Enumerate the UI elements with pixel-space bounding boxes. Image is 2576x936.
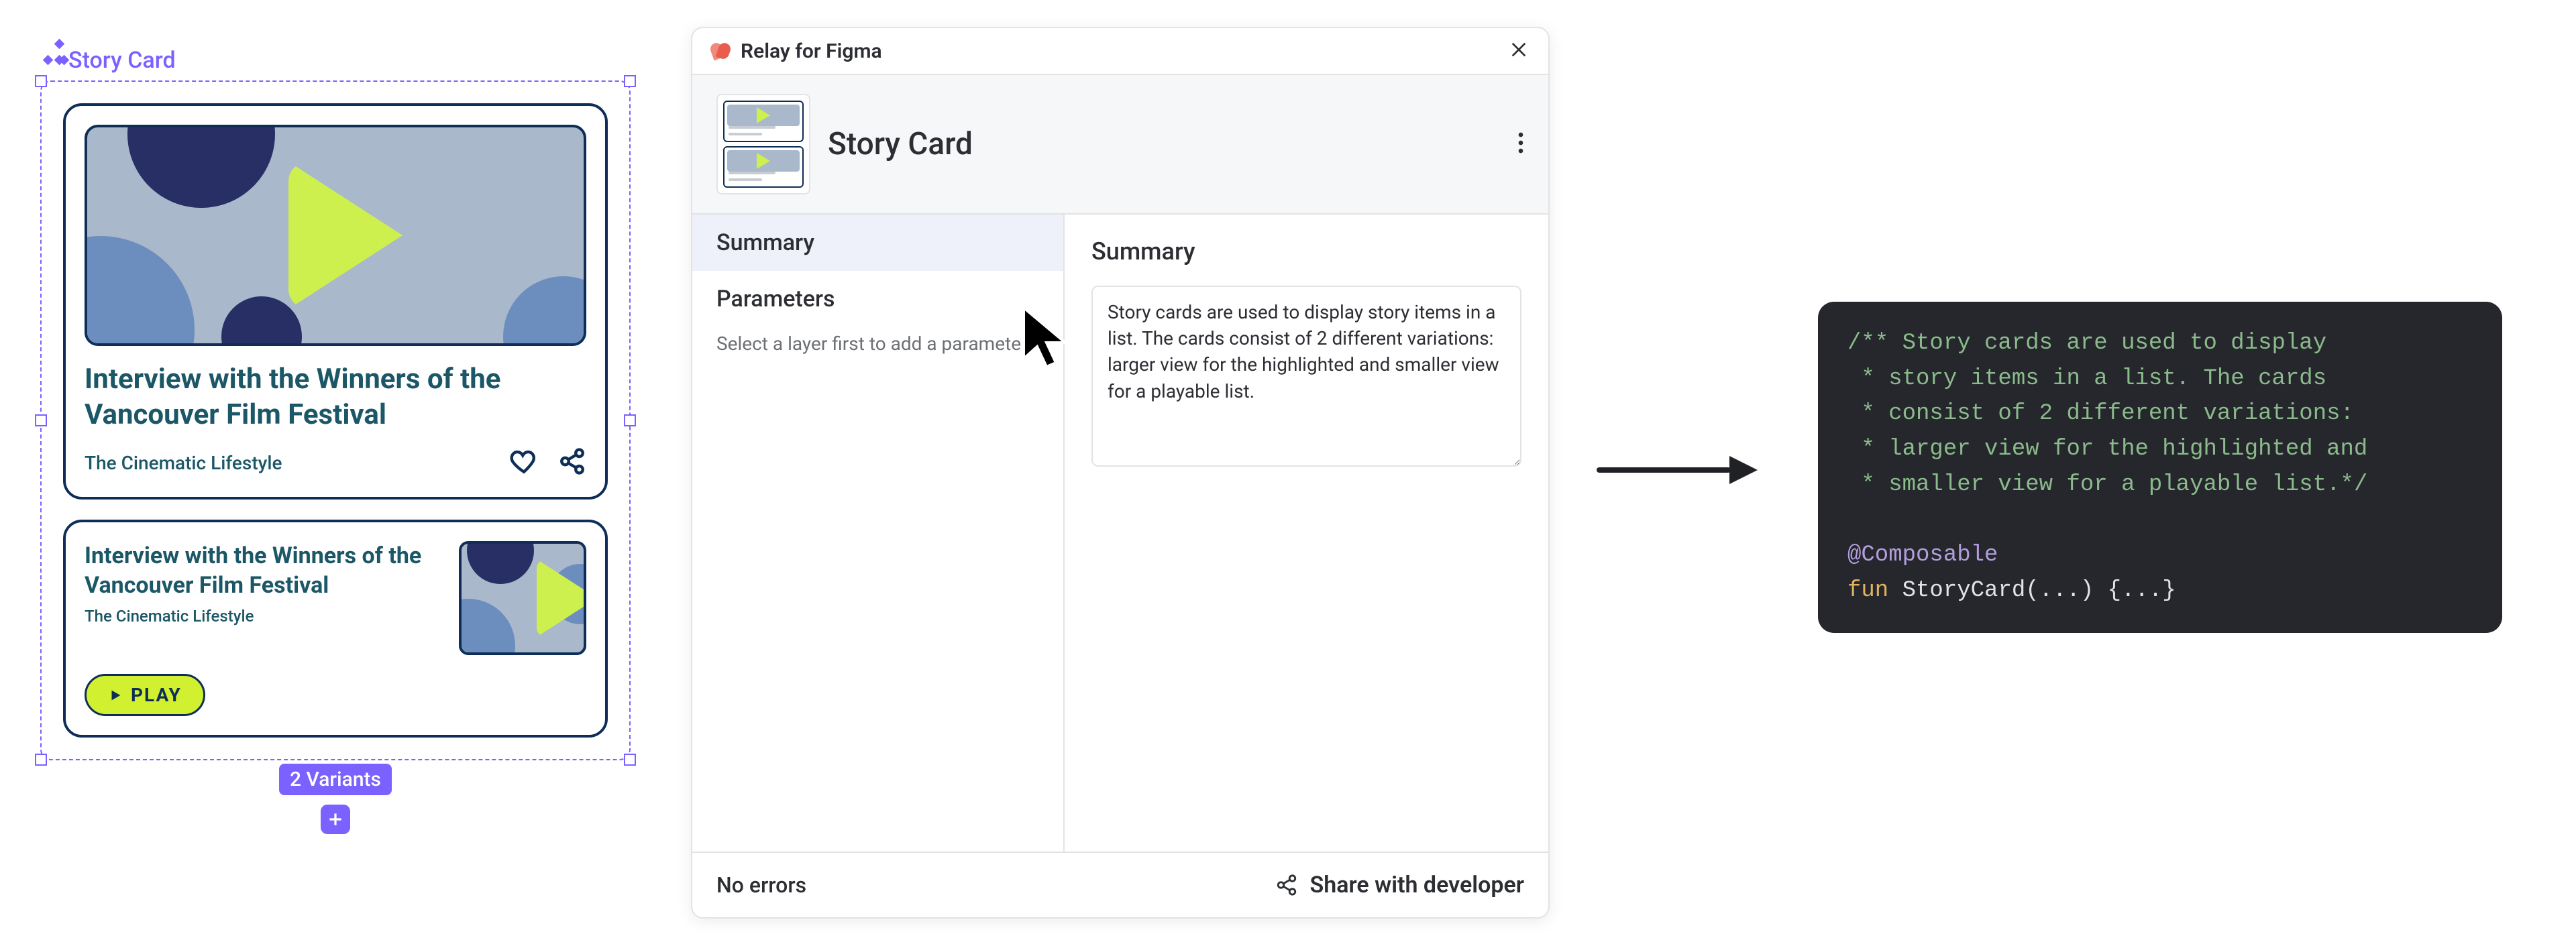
selection-handle-bottom-right[interactable]: [624, 754, 636, 766]
selection-handle-top-right[interactable]: [624, 75, 636, 87]
selection-handle-mid-left[interactable]: [35, 414, 47, 426]
arrow-icon: [1597, 456, 1758, 483]
code-identifier: StoryCard: [1902, 578, 2026, 603]
story-thumbnail-large: [85, 125, 586, 346]
panel-title: Relay for Figma: [741, 40, 882, 63]
more-button[interactable]: [1517, 132, 1524, 156]
component-label[interactable]: Story Card: [44, 47, 176, 74]
figma-component-frame: Story Card Interview with the Winners of…: [40, 47, 631, 760]
component-name: Story Card: [828, 126, 1500, 162]
code-comment-line: * smaller view for a playable list.*/: [1847, 472, 2367, 498]
tab-parameters-hint: Select a layer first to add a parameter: [692, 327, 1063, 371]
play-icon: [288, 162, 402, 309]
relay-panel: Relay for Figma Story Card Summary Param…: [691, 27, 1550, 919]
summary-textarea[interactable]: [1091, 286, 1521, 467]
component-label-text: Story Card: [68, 47, 176, 74]
share-with-developer-button[interactable]: Share with developer: [1275, 872, 1525, 898]
story-thumbnail-small: [459, 541, 586, 655]
code-comment-line: /** Story cards are used to display: [1847, 331, 2326, 356]
code-text: (...) {...}: [2025, 578, 2176, 603]
panel-titlebar: Relay for Figma: [692, 28, 1548, 75]
story-title: Interview with the Winners of the Vancou…: [85, 362, 586, 432]
story-card-variant-small[interactable]: Interview with the Winners of the Vancou…: [63, 520, 608, 738]
panel-header: Story Card: [692, 75, 1548, 215]
variants-badge: 2 Variants: [279, 764, 392, 795]
code-annotation: @Composable: [1847, 542, 1998, 568]
panel-sidebar: Summary Parameters Select a layer first …: [692, 215, 1065, 852]
story-title: Interview with the Winners of the Vancou…: [85, 541, 440, 600]
heart-icon[interactable]: [510, 447, 538, 478]
component-thumbnail: [716, 94, 810, 194]
panel-body: Summary Parameters Select a layer first …: [692, 215, 1548, 852]
play-button[interactable]: PLAY: [85, 674, 205, 716]
close-button[interactable]: [1508, 39, 1529, 63]
story-card-variant-large[interactable]: Interview with the Winners of the Vancou…: [63, 103, 608, 500]
panel-content: Summary: [1065, 215, 1548, 852]
code-comment-line: * larger view for the highlighted and: [1847, 436, 2367, 462]
relay-logo-icon: [711, 41, 731, 61]
share-button-label: Share with developer: [1310, 872, 1525, 898]
component-icon: [44, 50, 64, 70]
selection-frame[interactable]: Interview with the Winners of the Vancou…: [40, 80, 631, 760]
story-subtitle: The Cinematic Lifestyle: [85, 452, 282, 474]
footer-status: No errors: [716, 872, 806, 898]
share-icon[interactable]: [558, 447, 586, 478]
code-keyword: fun: [1847, 578, 1902, 603]
tab-parameters[interactable]: Parameters: [692, 271, 1063, 327]
code-comment-line: * story items in a list. The cards: [1847, 366, 2326, 392]
selection-handle-bottom-left[interactable]: [35, 754, 47, 766]
tab-summary[interactable]: Summary: [692, 215, 1063, 271]
content-heading: Summary: [1091, 237, 1521, 266]
story-subtitle: The Cinematic Lifestyle: [85, 607, 440, 626]
add-variant-button[interactable]: [321, 805, 350, 834]
play-icon: [537, 559, 586, 637]
play-button-label: PLAY: [131, 684, 182, 706]
generated-code-block: /** Story cards are used to display * st…: [1818, 302, 2502, 633]
code-comment-line: * consist of 2 different variations:: [1847, 401, 2354, 426]
selection-handle-mid-right[interactable]: [624, 414, 636, 426]
panel-footer: No errors Share with developer: [692, 852, 1548, 917]
selection-handle-top-left[interactable]: [35, 75, 47, 87]
